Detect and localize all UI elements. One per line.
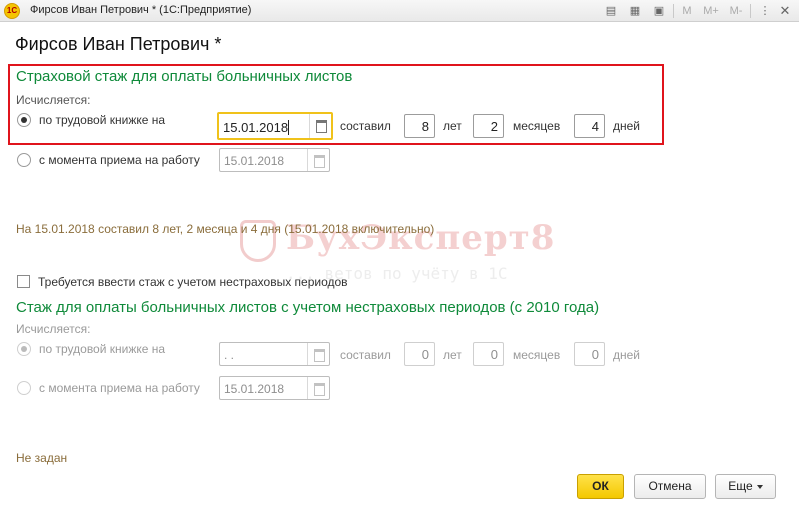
table-icon[interactable]: ▦ (627, 3, 643, 19)
memory-plus-button[interactable]: M+ (700, 3, 722, 19)
menu-icon[interactable]: ⋮ (757, 3, 773, 19)
radio-from-hire-label[interactable]: с момента приема на работу (39, 153, 200, 167)
days2-field[interactable]: 0 (574, 342, 605, 366)
ok-button[interactable]: ОК (577, 474, 624, 499)
calendar-picker-icon[interactable] (307, 149, 329, 171)
radio-from-hire[interactable] (17, 153, 31, 167)
radio2-from-hire-label[interactable]: с момента приема на работу (39, 381, 200, 395)
months-field[interactable]: 2 (473, 114, 504, 138)
radio-by-workbook-label[interactable]: по трудовой книжке на (39, 113, 165, 127)
nonsurance-periods-label[interactable]: Требуется ввести стаж с учетом нестрахов… (38, 275, 348, 289)
app-logo-icon: 1С (4, 3, 20, 19)
workbook-date-field[interactable]: 15.01.2018 (217, 112, 333, 140)
radio2-by-workbook-label[interactable]: по трудовой книжке на (39, 342, 165, 356)
total-label: составил (340, 119, 391, 133)
calendar-icon[interactable]: ▣ (651, 3, 667, 19)
years-field[interactable]: 8 (404, 114, 435, 138)
section1-computed-label: Исчисляется: (16, 93, 91, 107)
page-title: Фирсов Иван Петрович * (15, 34, 222, 54)
months-label: месяцев (513, 119, 561, 133)
days-label: дней (613, 119, 641, 133)
years-label: лет (443, 119, 462, 133)
radio-by-workbook[interactable] (17, 113, 31, 127)
calendar-picker-icon[interactable] (309, 114, 331, 138)
hire2-date-field[interactable]: 15.01.2018 (219, 376, 330, 400)
days2-label: дней (613, 348, 641, 362)
workbook2-date-field[interactable]: . . (219, 342, 330, 366)
chevron-down-icon (756, 484, 763, 489)
summary-text: На 15.01.2018 составил 8 лет, 2 месяца и… (16, 222, 435, 236)
more-button[interactable]: Еще (715, 474, 776, 499)
calendar-picker-icon[interactable] (307, 377, 329, 399)
section2-status: Не задан (16, 451, 68, 465)
months2-field[interactable]: 0 (473, 342, 504, 366)
months2-label: месяцев (513, 348, 561, 362)
radio2-from-hire[interactable] (17, 381, 31, 395)
window-titlebar: 1С Фирсов Иван Петрович * (1С:Предприяти… (0, 0, 799, 22)
cancel-button[interactable]: Отмена (634, 474, 706, 499)
years2-label: лет (443, 348, 462, 362)
total2-label: составил (340, 348, 391, 362)
section1-title: Страховой стаж для оплаты больничных лис… (16, 68, 353, 85)
hire-date-field[interactable]: 15.01.2018 (219, 148, 330, 172)
section2-computed-label: Исчисляется: (16, 322, 91, 336)
memory-m-button[interactable]: M (679, 3, 695, 19)
print-icon[interactable]: ▤ (603, 3, 619, 19)
days-field[interactable]: 4 (574, 114, 605, 138)
years2-field[interactable]: 0 (404, 342, 435, 366)
section2-title: Стаж для оплаты больничных листов с учет… (16, 299, 600, 316)
calendar-picker-icon[interactable] (307, 343, 329, 365)
memory-minus-button[interactable]: M- (726, 3, 746, 19)
more-button-label: Еще (728, 479, 753, 493)
close-icon[interactable]: ✕ (777, 3, 793, 19)
window-title: Фирсов Иван Петрович * (1С:Предприятие) (30, 4, 252, 16)
radio2-by-workbook[interactable] (17, 342, 31, 356)
nonsurance-periods-checkbox[interactable] (17, 275, 30, 288)
